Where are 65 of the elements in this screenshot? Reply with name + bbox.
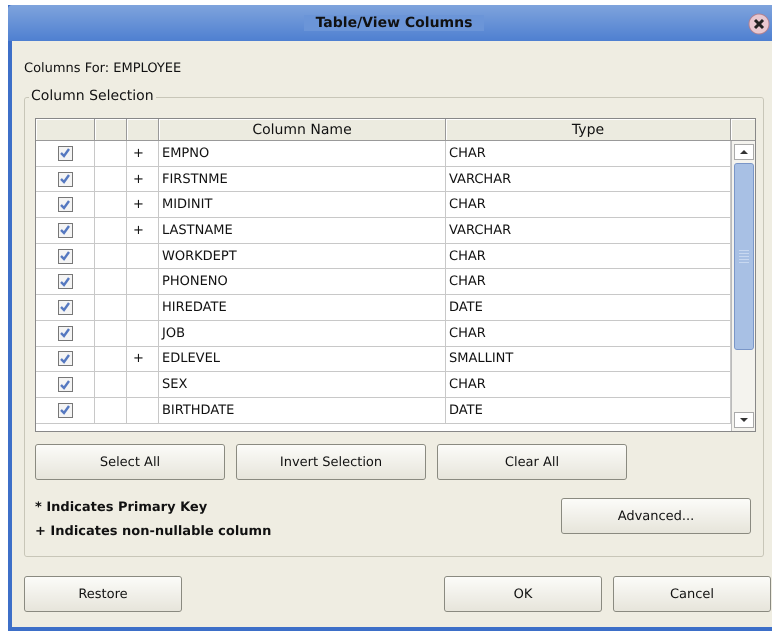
checkbox[interactable] <box>58 377 72 392</box>
checkbox[interactable] <box>58 248 72 264</box>
checkbox[interactable] <box>58 274 72 290</box>
table-cell <box>127 269 159 296</box>
table-cell: CHAR <box>446 372 731 398</box>
table-cell: MIDINIT <box>159 192 446 218</box>
column-header[interactable]: Column Name <box>159 119 446 141</box>
dialog-button[interactable]: OK <box>444 576 602 612</box>
scroll-thumb[interactable] <box>734 163 754 350</box>
table-cell: WORKDEPT <box>159 244 446 270</box>
selection-button[interactable]: Select All <box>35 444 225 480</box>
window-title: Table/View Columns <box>304 15 484 31</box>
table-cell <box>127 398 159 424</box>
advanced-button[interactable]: Advanced... <box>561 498 751 534</box>
table-cell: CHAR <box>446 269 731 296</box>
table-cell: CHAR <box>446 320 731 346</box>
checkbox[interactable] <box>58 326 72 341</box>
checkbox[interactable] <box>58 300 72 315</box>
table-cell: HIREDATE <box>159 295 446 321</box>
table-cell: + <box>127 346 159 372</box>
column-header[interactable] <box>95 119 127 141</box>
selection-button[interactable]: Clear All <box>437 444 627 480</box>
checkbox[interactable] <box>58 402 72 418</box>
checkbox[interactable] <box>58 197 72 212</box>
table-cell: + <box>127 141 159 167</box>
restore-button[interactable]: Restore <box>24 576 182 612</box>
legend-text: * Indicates Primary Key <box>35 499 208 517</box>
table-cell: EMPNO <box>159 141 446 167</box>
table-cell <box>127 244 159 270</box>
columns-for-label: Columns For: EMPLOYEE <box>24 60 182 78</box>
column-header[interactable] <box>36 119 95 141</box>
scroll-up-icon[interactable] <box>734 144 754 160</box>
vertical-scrollbar[interactable] <box>731 141 755 431</box>
selection-button[interactable]: Invert Selection <box>236 444 426 480</box>
table-cell: + <box>127 192 159 218</box>
table-cell: CHAR <box>446 141 731 167</box>
checkbox[interactable] <box>58 222 72 238</box>
table-cell <box>127 372 159 398</box>
column-header[interactable] <box>127 119 159 141</box>
table-cell: + <box>127 166 159 192</box>
legend-text: + Indicates non-nullable column <box>35 523 272 541</box>
table-cell: + <box>127 218 159 244</box>
table-cell: FIRSTNME <box>159 166 446 192</box>
table-cell: BIRTHDATE <box>159 398 446 424</box>
table-cell: CHAR <box>446 244 731 270</box>
checkbox[interactable] <box>58 351 72 366</box>
checkbox[interactable] <box>58 172 72 187</box>
table-cell <box>127 320 159 346</box>
close-icon[interactable] <box>748 13 770 35</box>
checkbox[interactable] <box>58 146 72 161</box>
table-cell: JOB <box>159 320 446 346</box>
table-cell: LASTNAME <box>159 218 446 244</box>
table-cell: SMALLINT <box>446 346 731 372</box>
scroll-down-icon[interactable] <box>734 412 754 428</box>
table-cell: EDLEVEL <box>159 346 446 372</box>
table-cell: DATE <box>446 398 731 424</box>
dialog-button[interactable]: Cancel <box>613 576 771 612</box>
table-cell: VARCHAR <box>446 218 731 244</box>
table-cell: PHONENO <box>159 269 446 296</box>
table-cell: DATE <box>446 295 731 321</box>
table-cell: CHAR <box>446 192 731 218</box>
table-cell: VARCHAR <box>446 166 731 192</box>
table-cell <box>127 295 159 321</box>
table-cell: SEX <box>159 372 446 398</box>
column-header[interactable]: Type <box>446 119 731 141</box>
